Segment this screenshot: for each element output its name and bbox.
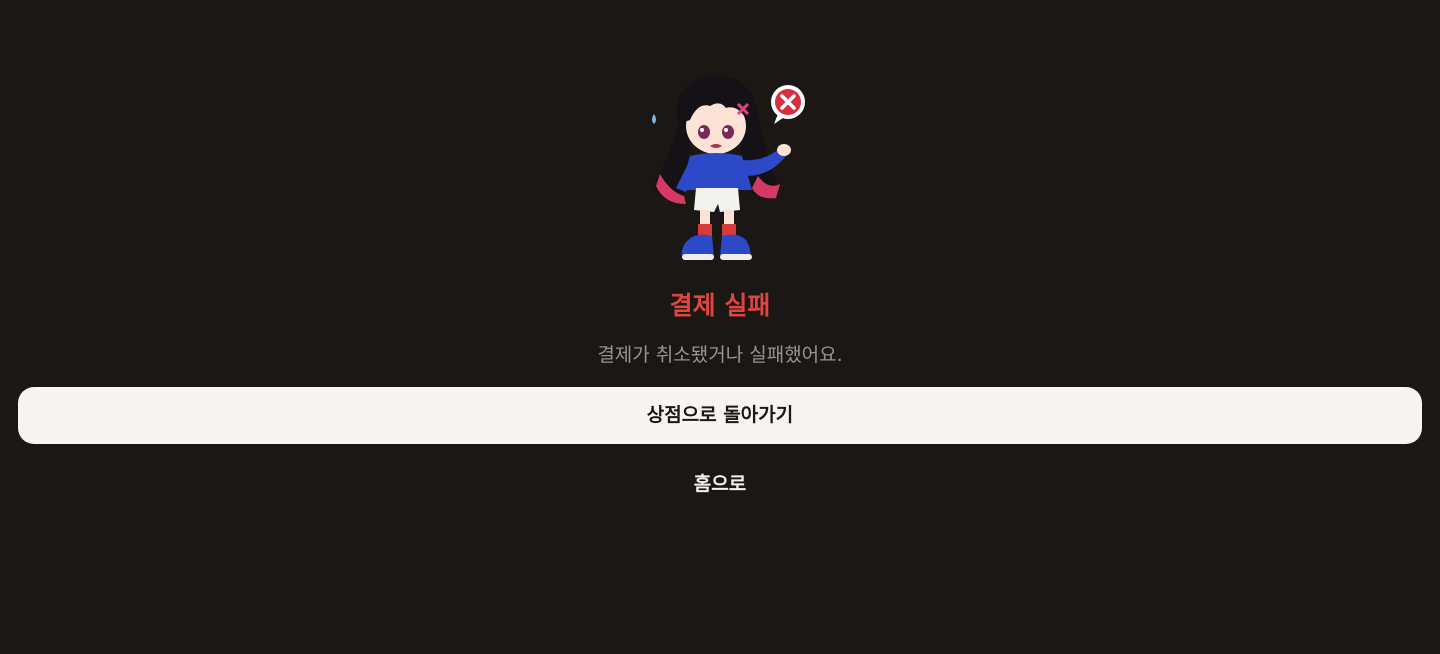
- page-title: 결제 실패: [669, 291, 771, 320]
- error-x-speech-bubble-icon: [771, 85, 805, 124]
- home-button[interactable]: 홈으로: [620, 464, 820, 504]
- failed-payment-mascot-icon: [640, 64, 816, 274]
- status-message: 결제가 취소됐거나 실패했어요.: [597, 344, 843, 366]
- back-to-shop-button[interactable]: 상점으로 돌아가기: [18, 387, 1422, 444]
- payment-failure-page: 결제 실패 결제가 취소됐거나 실패했어요. 상점으로 돌아가기 홈으로: [0, 0, 1440, 654]
